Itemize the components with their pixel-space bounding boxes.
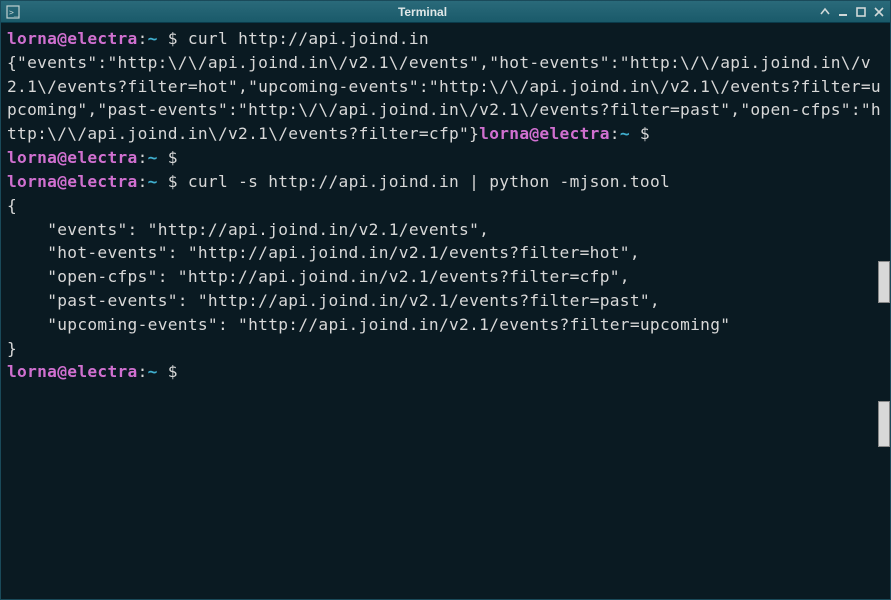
prompt-colon: : xyxy=(610,124,620,143)
prompt-user-host: lorna@electra xyxy=(7,29,138,48)
output-text: "events": "http://api.joind.in/v2.1/even… xyxy=(7,220,489,239)
terminal-window: >_ Terminal lorna@electra:~ $ curl http:… xyxy=(0,0,891,600)
titlebar: >_ Terminal xyxy=(1,1,890,23)
prompt-colon: : xyxy=(138,172,148,191)
output-text: { xyxy=(7,196,17,215)
prompt-path: ~ xyxy=(148,29,158,48)
output-text: "open-cfps": "http://api.joind.in/v2.1/e… xyxy=(7,267,630,286)
prompt-symbol: $ xyxy=(158,172,188,191)
prompt-user-host: lorna@electra xyxy=(7,172,138,191)
prompt-user-host: lorna@electra xyxy=(479,124,610,143)
prompt-user-host: lorna@electra xyxy=(7,362,138,381)
prompt-path: ~ xyxy=(148,148,158,167)
prompt-colon: : xyxy=(138,29,148,48)
svg-text:>_: >_ xyxy=(9,8,19,17)
output-text: "upcoming-events": "http://api.joind.in/… xyxy=(7,315,730,334)
terminal-content: lorna@electra:~ $ curl http://api.joind.… xyxy=(7,27,884,384)
command-line: curl -s http://api.joind.in | python -mj… xyxy=(188,172,670,191)
rollup-button[interactable] xyxy=(818,5,832,19)
app-icon: >_ xyxy=(5,4,21,20)
scrollbar-segment[interactable] xyxy=(878,261,890,303)
prompt-path: ~ xyxy=(148,172,158,191)
prompt-colon: : xyxy=(138,148,148,167)
prompt-user-host: lorna@electra xyxy=(7,148,138,167)
output-text: } xyxy=(7,339,17,358)
scrollbar-segment[interactable] xyxy=(878,401,890,447)
terminal-body[interactable]: lorna@electra:~ $ curl http://api.joind.… xyxy=(1,23,890,599)
prompt-colon: : xyxy=(138,362,148,381)
prompt-symbol: $ xyxy=(630,124,660,143)
prompt-symbol: $ xyxy=(158,29,188,48)
close-button[interactable] xyxy=(872,5,886,19)
prompt-symbol: $ xyxy=(158,362,188,381)
prompt-symbol: $ xyxy=(158,148,188,167)
prompt-path: ~ xyxy=(148,362,158,381)
output-text: {"events":"http:\/\/api.joind.in\/v2.1\/… xyxy=(7,53,881,143)
window-controls xyxy=(818,5,886,19)
window-title: Terminal xyxy=(27,5,818,19)
output-text: "past-events": "http://api.joind.in/v2.1… xyxy=(7,291,660,310)
output-text: "hot-events": "http://api.joind.in/v2.1/… xyxy=(7,243,640,262)
prompt-path: ~ xyxy=(620,124,630,143)
minimize-button[interactable] xyxy=(836,5,850,19)
maximize-button[interactable] xyxy=(854,5,868,19)
command-line: curl http://api.joind.in xyxy=(188,29,429,48)
